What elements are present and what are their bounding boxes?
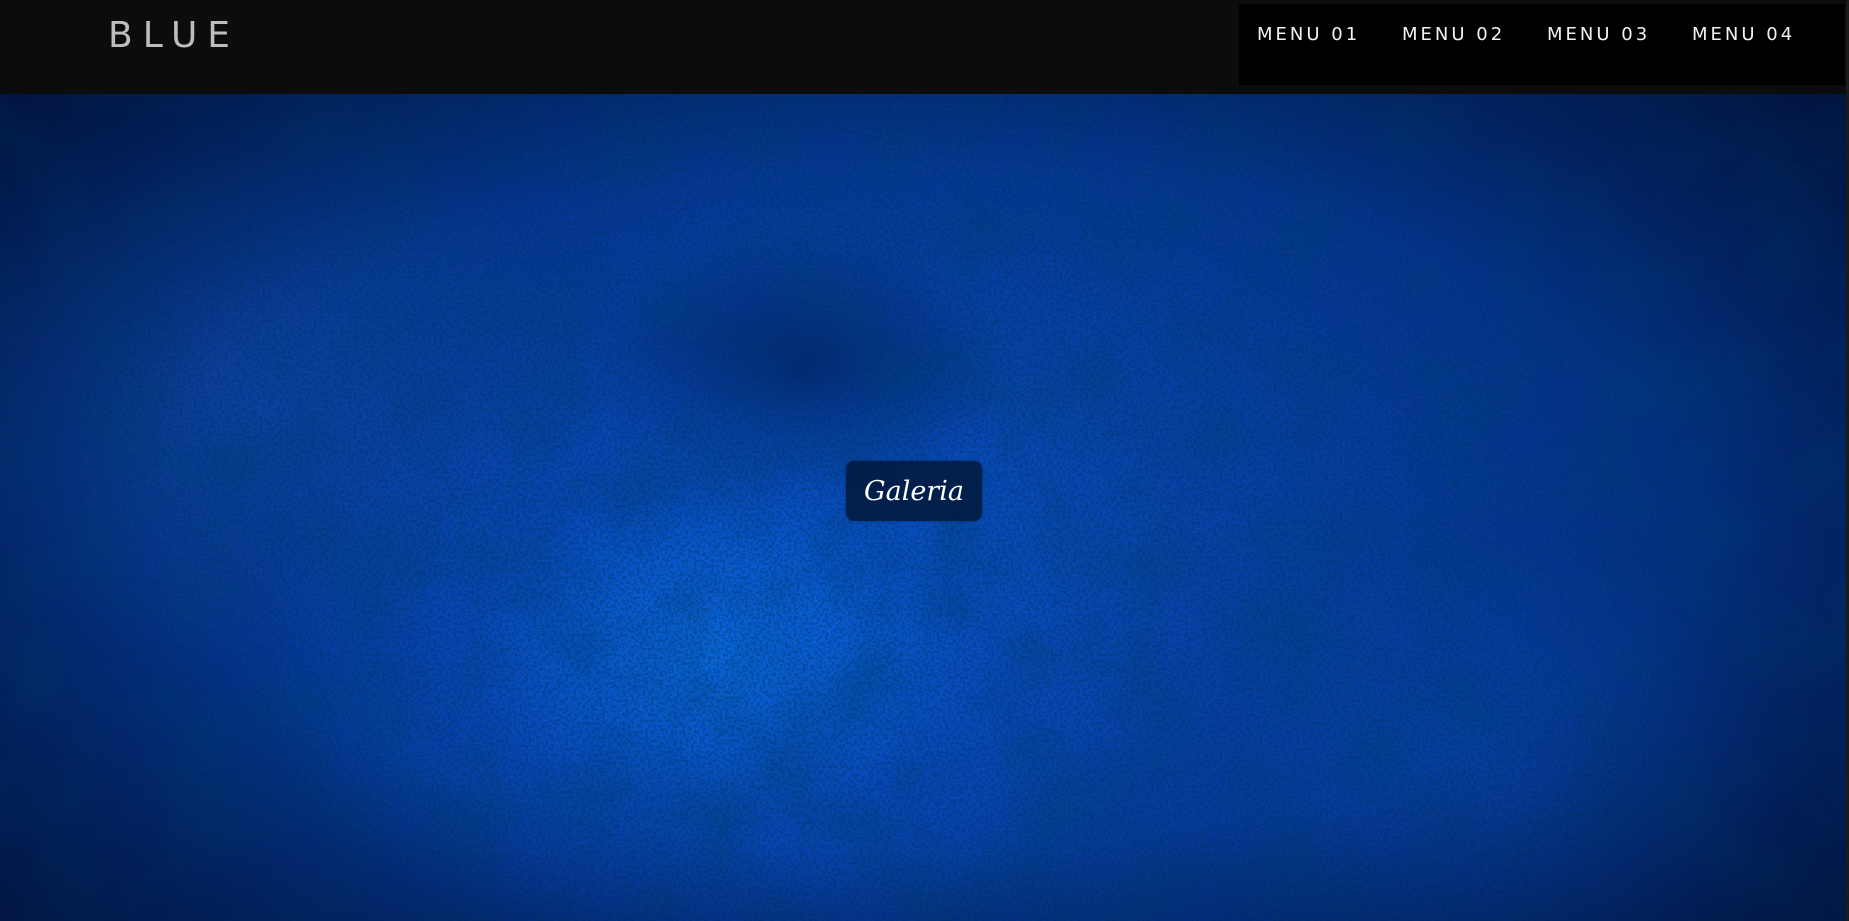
gallery-button[interactable]: Galeria <box>846 461 982 521</box>
nav-item-menu-02[interactable]: MENU 02 <box>1402 4 1505 45</box>
hero-section: Galeria <box>0 94 1846 921</box>
nav-item-menu-04[interactable]: MENU 04 <box>1692 4 1795 45</box>
site-logo[interactable]: BLUE <box>108 14 240 58</box>
main-nav: MENU 01 MENU 02 MENU 03 MENU 04 <box>1239 4 1845 85</box>
nav-item-menu-03[interactable]: MENU 03 <box>1547 4 1650 45</box>
nav-item-menu-01[interactable]: MENU 01 <box>1257 4 1360 45</box>
site-header: BLUE MENU 01 MENU 02 MENU 03 MENU 04 <box>0 0 1849 94</box>
